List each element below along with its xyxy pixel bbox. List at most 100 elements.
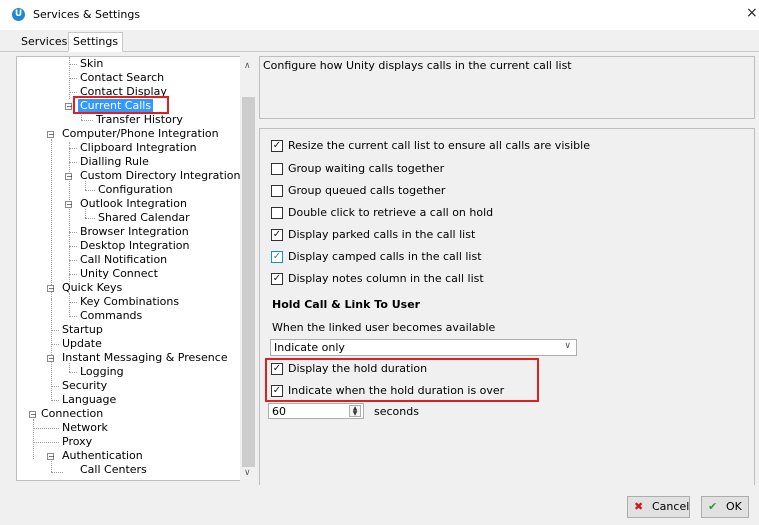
tree-item-configuration[interactable]: Configuration bbox=[98, 183, 173, 196]
tree-item-startup[interactable]: Startup bbox=[62, 323, 103, 336]
option-label: Display parked calls in the call list bbox=[288, 228, 476, 241]
collapse-icon[interactable]: − bbox=[29, 411, 37, 419]
tree-line bbox=[51, 461, 52, 472]
tree-item-dialling-rule[interactable]: Dialling Rule bbox=[80, 155, 149, 168]
tree-item-browser-integration[interactable]: Browser Integration bbox=[80, 225, 189, 238]
tree-line bbox=[85, 209, 86, 218]
window-title: Services & Settings bbox=[33, 8, 141, 21]
checkbox-checked-icon[interactable]: ✓ bbox=[271, 273, 283, 285]
tree-line bbox=[69, 142, 70, 286]
tree-line bbox=[51, 400, 59, 401]
chevron-down-icon[interactable]: ∨ bbox=[564, 341, 571, 351]
tree-item-contact-search[interactable]: Contact Search bbox=[80, 71, 164, 84]
close-icon[interactable]: × bbox=[746, 5, 758, 21]
cross-icon: ✖ bbox=[634, 500, 644, 513]
collapse-icon[interactable]: − bbox=[47, 355, 55, 363]
tree-line bbox=[69, 260, 77, 261]
tree-line bbox=[69, 372, 77, 373]
tree-line bbox=[85, 218, 95, 219]
collapse-icon[interactable]: − bbox=[65, 201, 73, 209]
tree-line bbox=[69, 162, 77, 163]
option-label: Resize the current call list to ensure a… bbox=[288, 139, 590, 152]
tree-line bbox=[69, 148, 77, 149]
tree-item-language[interactable]: Language bbox=[62, 393, 116, 406]
hold-seconds-unit: seconds bbox=[374, 405, 419, 418]
collapse-icon[interactable]: − bbox=[47, 131, 55, 139]
highlight-box-current-calls bbox=[73, 96, 169, 114]
tree-line bbox=[69, 232, 77, 233]
tree-item-network[interactable]: Network bbox=[62, 421, 108, 434]
option-label: Display camped calls in the call list bbox=[288, 250, 482, 263]
page-description: Configure how Unity displays calls in th… bbox=[263, 59, 572, 72]
tree-item-transfer-history[interactable]: Transfer History bbox=[96, 113, 183, 126]
collapse-icon[interactable]: − bbox=[47, 285, 55, 293]
app-logo-icon: U bbox=[12, 8, 25, 21]
tree-line bbox=[85, 190, 95, 191]
option-label: Display notes column in the call list bbox=[288, 272, 484, 285]
option-label: Group queued calls together bbox=[288, 184, 446, 197]
tree-item-call-centers[interactable]: Call Centers bbox=[80, 463, 147, 476]
tree-item-call-notification[interactable]: Call Notification bbox=[80, 253, 167, 266]
tree-line bbox=[51, 386, 59, 387]
tree-item-commands[interactable]: Commands bbox=[80, 309, 142, 322]
scroll-down-arrow-icon[interactable]: ∨ bbox=[244, 468, 251, 478]
ok-button[interactable]: ✔ OK bbox=[701, 496, 749, 518]
ok-button-label: OK bbox=[726, 500, 742, 513]
tree-line bbox=[51, 299, 52, 399]
scroll-up-arrow-icon[interactable]: ∧ bbox=[244, 61, 251, 71]
checkbox-unchecked-icon[interactable] bbox=[271, 185, 283, 197]
tree-item-desktop-integration[interactable]: Desktop Integration bbox=[80, 239, 189, 252]
tree-line bbox=[51, 472, 63, 473]
checkbox-unchecked-icon[interactable] bbox=[271, 207, 283, 219]
option-label: Group waiting calls together bbox=[288, 162, 445, 175]
checkbox-checked-icon[interactable]: ✓ bbox=[271, 229, 283, 241]
tree-item-computer-phone-integration[interactable]: Computer/Phone Integration bbox=[62, 127, 219, 140]
checkbox-unchecked-icon[interactable] bbox=[271, 163, 283, 175]
hold-seconds-value: 60 bbox=[272, 405, 286, 418]
tree-item-update[interactable]: Update bbox=[62, 337, 102, 350]
tree-item-key-combinations[interactable]: Key Combinations bbox=[80, 295, 179, 308]
cancel-button-label: Cancel bbox=[652, 500, 690, 513]
tree-item-quick-keys[interactable]: Quick Keys bbox=[62, 281, 122, 294]
checkbox-checked-icon[interactable]: ✓ bbox=[271, 251, 283, 263]
tree-line bbox=[69, 316, 77, 317]
collapse-icon[interactable]: − bbox=[65, 173, 73, 181]
tree-line bbox=[69, 302, 77, 303]
tree-item-proxy[interactable]: Proxy bbox=[62, 435, 92, 448]
tree-item-logging[interactable]: Logging bbox=[80, 365, 124, 378]
tree-item-custom-directory-integration[interactable]: Custom Directory Integration bbox=[80, 169, 240, 182]
tree-item-instant-messaging-presence[interactable]: Instant Messaging & Presence bbox=[62, 351, 228, 364]
tree-item-skin[interactable]: Skin bbox=[80, 57, 103, 70]
tree-item-authentication[interactable]: Authentication bbox=[62, 449, 143, 462]
tree-line bbox=[69, 92, 77, 93]
checkmark-icon: ✔ bbox=[708, 500, 718, 513]
tree-item-clipboard-integration[interactable]: Clipboard Integration bbox=[80, 141, 197, 154]
title-bar: U Services & Settings × bbox=[0, 0, 759, 30]
tree-line bbox=[51, 344, 59, 345]
tree-line bbox=[69, 246, 77, 247]
collapse-icon[interactable]: − bbox=[47, 453, 55, 461]
highlight-box-hold-options bbox=[265, 358, 539, 402]
tree-item-unity-connect[interactable]: Unity Connect bbox=[80, 267, 158, 280]
tab-strip: Services Settings bbox=[0, 30, 759, 52]
cancel-button[interactable]: ✖ Cancel bbox=[627, 496, 690, 518]
tree-item-security[interactable]: Security bbox=[62, 379, 107, 392]
collapse-icon[interactable]: − bbox=[65, 103, 73, 111]
tree-line bbox=[51, 330, 59, 331]
tree-item-shared-calendar[interactable]: Shared Calendar bbox=[98, 211, 190, 224]
tree-line bbox=[69, 274, 77, 275]
tree-scrollbar-thumb[interactable] bbox=[242, 97, 255, 467]
tab-settings[interactable]: Settings bbox=[68, 32, 124, 52]
spinner-arrows-icon[interactable]: ▲ ▼ bbox=[349, 405, 361, 417]
tree-line bbox=[33, 442, 59, 443]
hold-section-title: Hold Call & Link To User bbox=[272, 298, 421, 311]
tree-line bbox=[33, 419, 34, 459]
tree-line bbox=[85, 181, 86, 190]
linked-user-dropdown[interactable]: Indicate only ∨ bbox=[270, 339, 577, 356]
tree-item-connection[interactable]: Connection bbox=[41, 407, 103, 420]
tree-item-outlook-integration[interactable]: Outlook Integration bbox=[80, 197, 187, 210]
checkbox-checked-icon[interactable]: ✓ bbox=[271, 140, 283, 152]
tree-line bbox=[33, 428, 59, 429]
tree-line bbox=[69, 293, 70, 317]
tab-services[interactable]: Services bbox=[17, 33, 71, 52]
